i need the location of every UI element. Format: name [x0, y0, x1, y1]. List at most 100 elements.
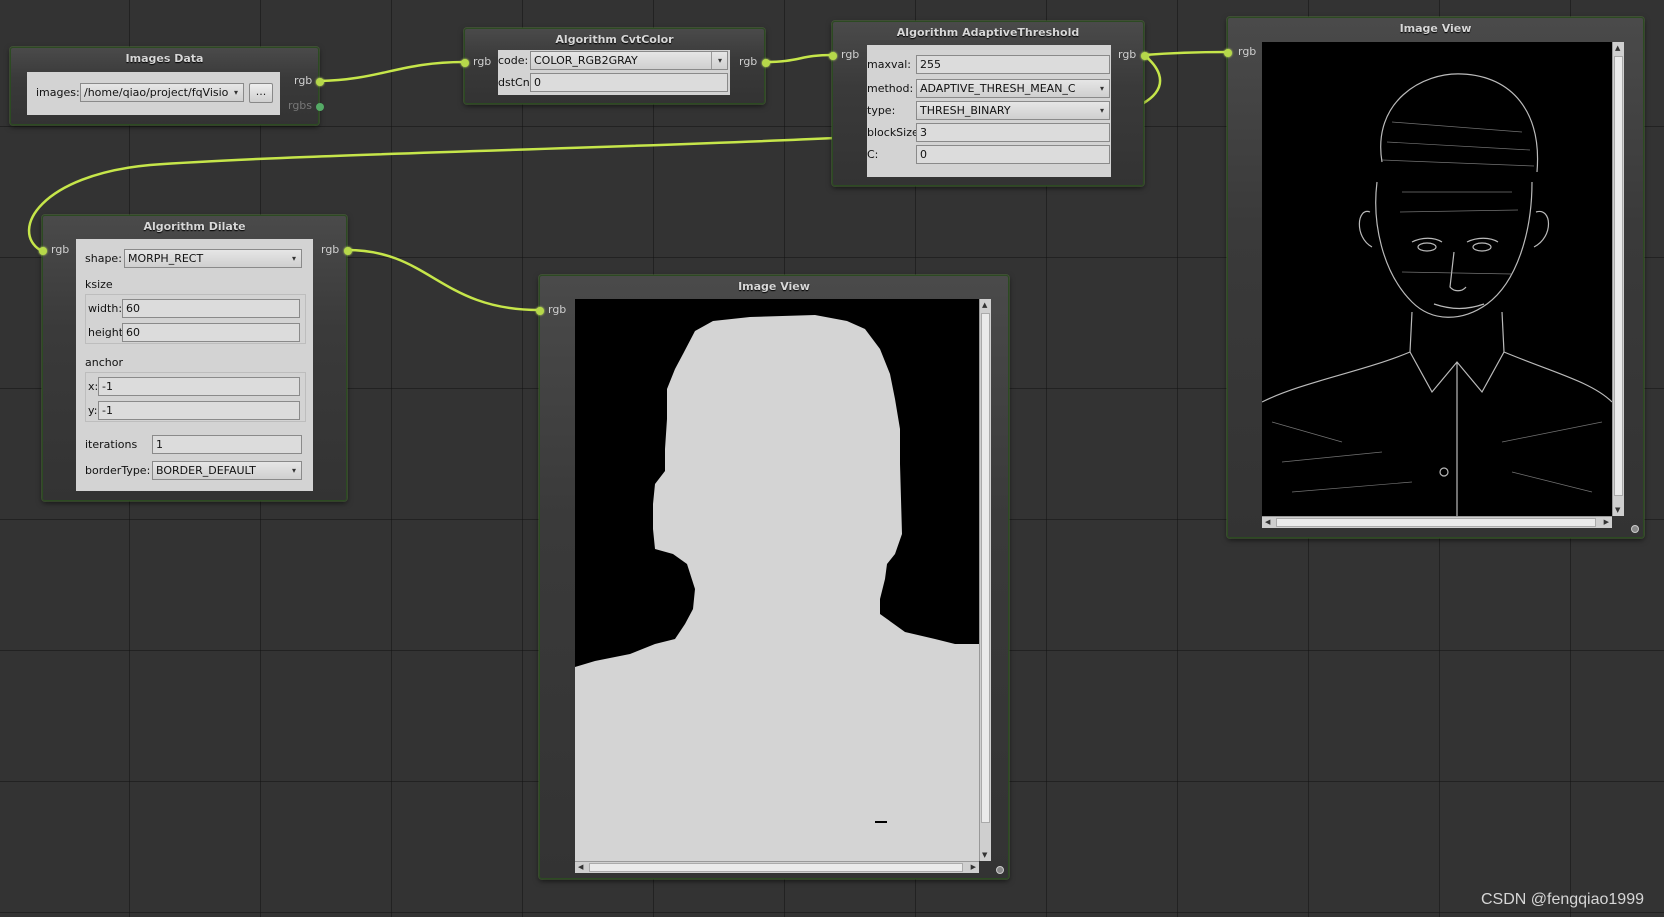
scroll-down-icon[interactable]: ▼	[1615, 506, 1620, 514]
type-combo[interactable]: THRESH_BINARY ▾	[916, 101, 1110, 120]
dstcn-label: dstCn:	[498, 76, 534, 89]
vertical-scrollbar[interactable]: ▲ ▼	[979, 299, 991, 861]
out-rgb-label: rgb	[294, 74, 313, 87]
shape-value: MORPH_RECT	[128, 252, 204, 265]
chevron-down-icon: ▾	[291, 254, 296, 263]
cvtcolor-node[interactable]: Algorithm CvtColor rgb code: COLOR_RGB2G…	[461, 28, 770, 104]
out-rgbs-label: rgbs	[288, 99, 313, 112]
in-rgb-label: rgb	[473, 55, 492, 68]
dilate-image-display[interactable]	[575, 299, 979, 861]
out-rgb-label: rgb	[739, 55, 758, 68]
image-view-top-node[interactable]: Image View rgb ▲ ▼ ◀ ▶	[1224, 17, 1644, 538]
node-title: Algorithm CvtColor	[555, 33, 674, 46]
code-combo[interactable]: COLOR_RGB2GRAY ▾	[530, 51, 728, 70]
scroll-right-icon[interactable]: ▶	[1604, 518, 1609, 526]
y-label: y:	[88, 404, 98, 417]
dstcn-input[interactable]: 0	[530, 73, 728, 92]
horizontal-scrollbar[interactable]: ◀ ▶	[575, 861, 979, 873]
x-input[interactable]: -1	[98, 377, 300, 396]
images-path-value: /home/qiao/project/fqVisio	[84, 86, 229, 99]
image-view-mid-node[interactable]: Image View rgb ▲ ▼ ◀ ▶	[536, 275, 1009, 879]
c-label: C:	[867, 148, 879, 161]
scroll-down-icon[interactable]: ▼	[982, 851, 987, 859]
out-rgb-port[interactable]	[1141, 52, 1149, 60]
node-title: Algorithm AdaptiveThreshold	[896, 26, 1080, 39]
in-rgb-port[interactable]	[829, 52, 837, 60]
c-input[interactable]: 0	[916, 145, 1110, 164]
code-value: COLOR_RGB2GRAY	[534, 54, 638, 67]
images-label: images:	[36, 86, 80, 99]
horizontal-scrollbar[interactable]: ◀ ▶	[1262, 516, 1612, 528]
watermark: CSDN @fengqiao1999	[1480, 891, 1644, 908]
method-combo[interactable]: ADAPTIVE_THRESH_MEAN_C ▾	[916, 79, 1110, 98]
ksize-label: ksize	[85, 278, 113, 291]
resize-handle[interactable]	[1631, 525, 1639, 533]
type-value: THRESH_BINARY	[920, 104, 1011, 117]
in-rgb-port[interactable]	[1224, 49, 1232, 57]
code-label: code:	[498, 54, 529, 67]
silhouette-image	[575, 299, 979, 861]
wire-dilate-to-imageview-mid[interactable]	[346, 248, 540, 312]
in-rgb-label: rgb	[841, 48, 860, 61]
out-rgb-label: rgb	[321, 243, 340, 256]
chevron-down-icon: ▾	[233, 88, 238, 97]
anchor-label: anchor	[85, 356, 123, 369]
ksize-group: width: 60 height: 60	[85, 294, 306, 344]
scroll-thumb[interactable]	[1276, 518, 1596, 527]
method-value: ADAPTIVE_THRESH_MEAN_C	[920, 82, 1076, 95]
adaptive-panel: maxval: 255 method: ADAPTIVE_THRESH_MEAN…	[867, 45, 1111, 177]
in-rgb-port[interactable]	[461, 59, 469, 67]
method-label: method:	[867, 82, 914, 95]
blocksize-input[interactable]: 3	[916, 123, 1110, 142]
chevron-down-icon: ▾	[717, 56, 722, 65]
cvtcolor-panel: code: COLOR_RGB2GRAY ▾ dstCn: 0	[498, 50, 730, 95]
chevron-down-icon: ▾	[1099, 106, 1104, 115]
width-input[interactable]: 60	[122, 299, 300, 318]
browse-button[interactable]: ...	[249, 83, 273, 103]
height-input[interactable]: 60	[122, 323, 300, 342]
in-rgb-port[interactable]	[536, 307, 544, 315]
in-rgb-label: rgb	[548, 303, 567, 316]
bordertype-combo[interactable]: BORDER_DEFAULT ▾	[152, 461, 302, 480]
maxval-input[interactable]: 255	[916, 55, 1110, 74]
threshold-image-display[interactable]	[1262, 42, 1612, 516]
out-rgbs-port[interactable]	[316, 103, 324, 111]
adaptive-threshold-node[interactable]: Algorithm AdaptiveThreshold rgb maxval: …	[829, 21, 1149, 186]
images-path-combo[interactable]: /home/qiao/project/fqVisio ▾	[80, 83, 244, 102]
scroll-up-icon[interactable]: ▲	[1615, 44, 1620, 52]
y-input[interactable]: -1	[98, 401, 300, 420]
blocksize-label: blockSize:	[867, 126, 923, 139]
vertical-scrollbar[interactable]: ▲ ▼	[1612, 42, 1624, 516]
in-rgb-label: rgb	[1238, 45, 1257, 58]
scroll-up-icon[interactable]: ▲	[982, 301, 987, 309]
scroll-left-icon[interactable]: ◀	[1265, 518, 1270, 526]
scroll-thumb[interactable]	[1614, 56, 1623, 496]
scroll-right-icon[interactable]: ▶	[971, 863, 976, 871]
out-rgb-port[interactable]	[316, 78, 324, 86]
node-title: Algorithm Dilate	[143, 220, 246, 233]
scroll-thumb[interactable]	[981, 313, 990, 823]
in-rgb-port[interactable]	[39, 247, 47, 255]
scroll-left-icon[interactable]: ◀	[578, 863, 583, 871]
x-label: x:	[88, 380, 99, 393]
maxval-label: maxval:	[867, 58, 911, 71]
out-rgb-port[interactable]	[762, 59, 770, 67]
out-rgb-port[interactable]	[344, 247, 352, 255]
wire-adaptive-to-imageview-top[interactable]	[1143, 50, 1228, 57]
iterations-label: iterations	[85, 438, 138, 451]
resize-handle[interactable]	[996, 866, 1004, 874]
wire-images-to-cvtcolor[interactable]	[318, 60, 465, 83]
shape-combo[interactable]: MORPH_RECT ▾	[124, 249, 302, 268]
chevron-down-icon: ▾	[1099, 84, 1104, 93]
images-data-node[interactable]: Images Data images: /home/qiao/project/f…	[10, 47, 324, 125]
iterations-input[interactable]: 1	[152, 435, 302, 454]
node-title: Image View	[738, 280, 810, 293]
node-title: Images Data	[125, 52, 204, 65]
height-label: height:	[88, 326, 127, 339]
scroll-thumb[interactable]	[589, 863, 963, 872]
dilate-node[interactable]: Algorithm Dilate rgb shape: MORPH_RECT ▾…	[39, 215, 352, 501]
wire-cvtcolor-to-adaptive[interactable]	[764, 53, 833, 64]
bordertype-value: BORDER_DEFAULT	[156, 464, 256, 477]
type-label: type:	[867, 104, 896, 117]
edge-portrait-image	[1262, 42, 1612, 516]
